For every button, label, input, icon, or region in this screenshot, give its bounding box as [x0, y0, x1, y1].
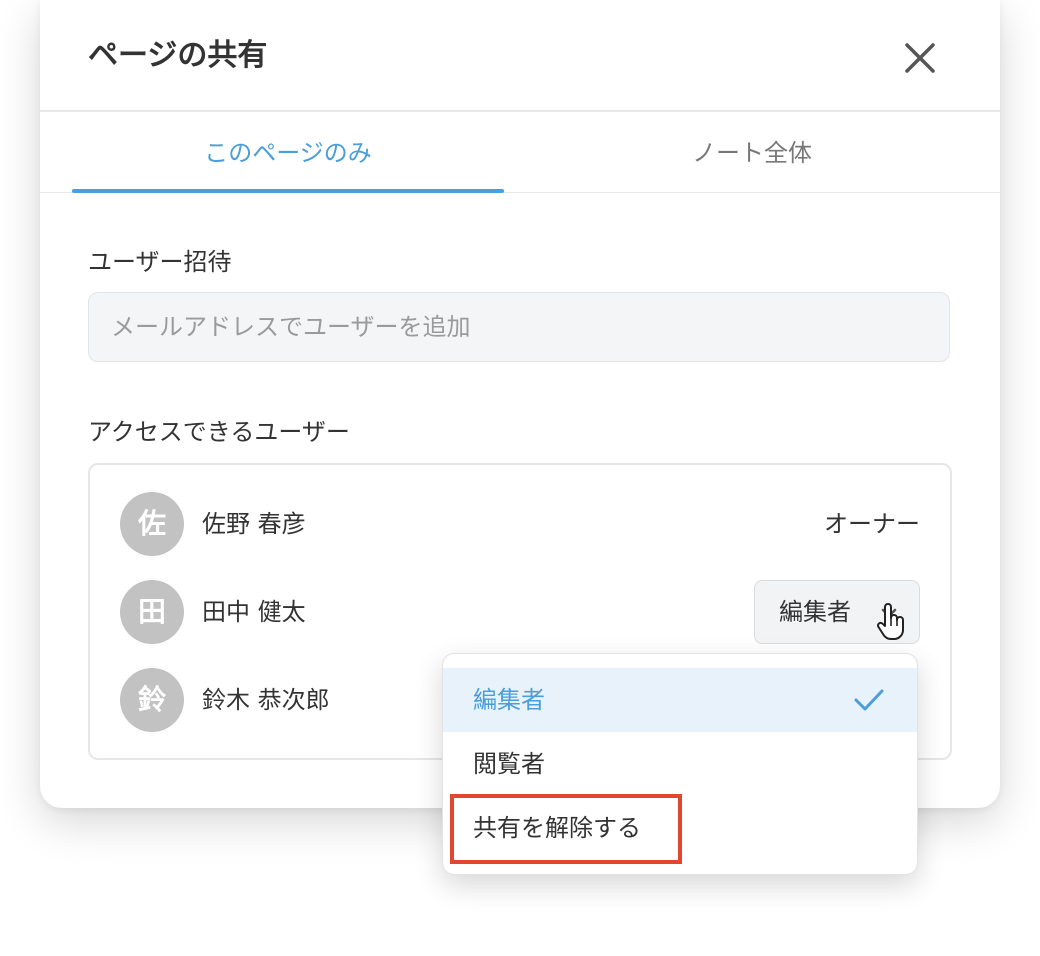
invite-section-label: ユーザー招待	[88, 248, 232, 276]
dialog-title: ページの共有	[88, 38, 268, 73]
check-icon	[854, 689, 884, 711]
user-row: 佐 佐野 春彦 オーナー	[90, 492, 950, 558]
share-scope-tabs: このページのみ ノート全体	[40, 112, 1000, 193]
avatar: 田	[120, 580, 184, 644]
dialog-header: ページの共有	[40, 0, 1000, 112]
tab-whole-note[interactable]: ノート全体	[536, 112, 968, 192]
avatar: 鈴	[120, 668, 184, 732]
chevron-down-icon	[881, 608, 897, 618]
user-name: 佐野 春彦	[202, 510, 306, 538]
user-row: 田 田中 健太 編集者	[90, 580, 950, 646]
owner-role-label: オーナー	[824, 510, 920, 538]
close-icon	[905, 43, 935, 73]
role-dropdown-menu: 編集者 閲覧者 共有を解除する	[442, 653, 918, 875]
role-select-value: 編集者	[779, 598, 851, 626]
close-button[interactable]	[898, 36, 942, 80]
role-option-editor[interactable]: 編集者	[443, 668, 917, 732]
tab-this-page-only[interactable]: このページのみ	[72, 112, 504, 193]
email-invite-input[interactable]	[88, 292, 950, 362]
user-name: 鈴木 恭次郎	[202, 686, 330, 714]
user-name: 田中 健太	[202, 598, 306, 626]
avatar: 佐	[120, 492, 184, 556]
access-section-label: アクセスできるユーザー	[88, 418, 350, 446]
role-option-viewer[interactable]: 閲覧者	[443, 732, 917, 796]
role-select-button[interactable]: 編集者	[754, 580, 920, 644]
role-option-remove-share[interactable]: 共有を解除する	[443, 796, 917, 860]
